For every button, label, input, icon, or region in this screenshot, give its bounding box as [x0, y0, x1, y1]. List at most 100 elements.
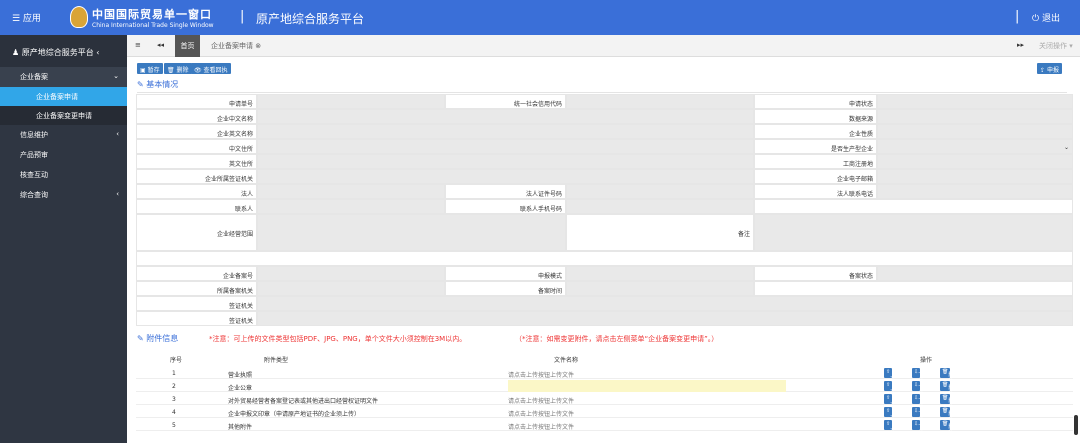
spacer-row — [136, 251, 1073, 266]
record-agency-label: 所属备案机关 — [136, 281, 257, 296]
visa-list-field[interactable] — [257, 296, 1073, 311]
credit-code-field[interactable] — [566, 94, 754, 109]
record-time-label: 备案时间 — [445, 281, 566, 296]
agency-field[interactable] — [257, 169, 754, 184]
submit-button[interactable]: ⇪ 申报 — [1037, 63, 1062, 74]
visa-agency-label: 签证机关 — [136, 311, 257, 326]
apply-no-field[interactable] — [257, 94, 445, 109]
logout-button[interactable]: ⏻ 退出 — [1032, 11, 1060, 24]
is-producer-select[interactable]: ⌄ — [877, 139, 1073, 154]
row-file — [508, 380, 786, 392]
reg-place-field[interactable] — [877, 154, 1073, 169]
sidebar-item-verify[interactable]: 核查互动 — [0, 165, 127, 185]
upload-button[interactable]: ⇪ 上传 — [884, 407, 895, 424]
sidebar-header[interactable]: ♟ 原产地综合服务平台 ‹ — [0, 35, 127, 67]
row-no: 1 — [172, 370, 176, 377]
delete-file-button[interactable]: 🗑 删除 — [940, 368, 953, 385]
legal-id-field[interactable] — [566, 184, 754, 199]
name-en-field[interactable] — [257, 124, 754, 139]
upload-button[interactable]: ⇪ 上传 — [884, 420, 895, 437]
delete-file-button[interactable]: 🗑 删除 — [940, 394, 953, 411]
visa-agency-field[interactable] — [257, 311, 1073, 326]
scope-field[interactable] — [257, 214, 566, 251]
save-button[interactable]: ▣ 暂存 — [137, 63, 163, 74]
apply-mode-label: 申报模式 — [445, 266, 566, 281]
record-status-field[interactable] — [877, 266, 1073, 281]
apply-no-label: 申请单号 — [136, 94, 257, 109]
attachment-change-note: （*注意：如需变更附件，请点击左侧菜单“企业备案变更申请”。） — [515, 335, 719, 343]
legal-person-field[interactable] — [257, 184, 445, 199]
addr-en-label: 英文住所 — [136, 154, 257, 169]
addr-cn-field[interactable] — [257, 139, 754, 154]
contact-field[interactable] — [257, 199, 445, 214]
download-button[interactable]: ⇩ 下载 — [912, 407, 923, 424]
legal-phone-field[interactable] — [877, 184, 1073, 199]
row-no: 5 — [172, 422, 176, 429]
row-file: 请点击上传按钮上传文件 — [508, 411, 575, 418]
app-menu-button[interactable]: ☰ 应用 — [12, 11, 41, 24]
view-receipt-button[interactable]: 👁 查看回执 — [191, 63, 231, 74]
download-button[interactable]: ⇩ 下载 — [912, 420, 923, 437]
delete-file-button[interactable]: 🗑 删除 — [940, 381, 953, 398]
tab-back-icon[interactable]: ◂◂ — [157, 41, 164, 49]
record-status-label: 备案状态 — [754, 266, 877, 281]
sidebar-item-info-maintain[interactable]: 信息维护 ‹ — [0, 125, 127, 145]
enterprise-nature-field[interactable] — [877, 124, 1073, 139]
addr-en-field[interactable] — [257, 154, 754, 169]
upload-button[interactable]: ⇪ 上传 — [884, 394, 895, 411]
row-type: 企业申报文印章（申请原产地证书的企业须上传） — [228, 411, 361, 418]
apply-status-field[interactable] — [877, 94, 1073, 109]
name-cn-field[interactable] — [257, 109, 754, 124]
chevron-down-icon: ⌄ — [113, 72, 119, 80]
chevron-down-icon: ⌄ — [1063, 144, 1069, 151]
record-no-field[interactable] — [257, 266, 445, 281]
delete-file-button[interactable]: 🗑 删除 — [940, 407, 953, 424]
sidebar-item-pre-review[interactable]: 产品预审 — [0, 145, 127, 165]
record-agency-field[interactable] — [257, 281, 445, 296]
download-button[interactable]: ⇩ 下载 — [912, 394, 923, 411]
table-row: 5 其他附件 请点击上传按钮上传文件 ⇪ 上传 ⇩ 下载 🗑 删除 — [136, 419, 1073, 437]
sidebar-item-record-change[interactable]: 企业备案变更申请 — [0, 106, 127, 125]
legal-id-label: 法人证件号码 — [445, 184, 566, 199]
col-header-ops: 操作 — [866, 351, 986, 365]
close-ops-dropdown[interactable]: 关闭操作 ▾ — [1039, 41, 1073, 51]
delete-file-button[interactable]: 🗑 删除 — [940, 420, 953, 437]
legal-phone-label: 法人联系电话 — [754, 184, 877, 199]
row-file: 请点击上传按钮上传文件 — [508, 398, 575, 405]
sidebar-item-enterprise-record[interactable]: 企业备案 ⌄ — [0, 67, 127, 87]
upload-button[interactable]: ⇪ 上传 — [884, 381, 895, 398]
tab-forward-icon[interactable]: ▸▸ — [1017, 41, 1024, 49]
table-row: 4 企业申报文印章（申请原产地证书的企业须上传） 请点击上传按钮上传文件 ⇪ 上传 ⇩ … — [136, 406, 1073, 424]
row-no: 3 — [172, 396, 176, 403]
row-type: 营业执照 — [228, 372, 253, 379]
record-time-field[interactable] — [566, 281, 754, 296]
sidebar-item-record-apply[interactable]: 企业备案申请 — [0, 87, 127, 106]
tab-home[interactable]: 首页 — [175, 35, 200, 57]
remark-field[interactable] — [754, 214, 1073, 251]
row-type: 对外贸易经营者备案登记表或其他进出口经营权证明文件 — [228, 398, 379, 405]
download-button[interactable]: ⇩ 下载 — [912, 381, 923, 398]
visa-list-label: 签证机关 — [136, 296, 257, 311]
email-field[interactable] — [877, 169, 1073, 184]
upload-button[interactable]: ⇪ 上传 — [884, 368, 895, 385]
agency-label: 企业所属签证机关 — [136, 169, 257, 184]
delete-button[interactable]: 🗑 删除 — [164, 63, 192, 74]
empty-cell — [754, 199, 1073, 214]
is-producer-label: 是否生产型企业 — [754, 139, 877, 154]
data-source-field[interactable] — [877, 109, 1073, 124]
apply-mode-field[interactable] — [566, 266, 754, 281]
sidebar-item-query[interactable]: 综合查询 ‹ — [0, 185, 127, 205]
tab-record-apply[interactable]: 企业备案申请 ⊗ — [211, 41, 261, 51]
addr-cn-label: 中文住所 — [136, 139, 257, 154]
section-basic-info: ✎ 基本情况 — [137, 79, 1067, 93]
contact-phone-field[interactable] — [566, 199, 754, 214]
data-source-label: 数据来源 — [754, 109, 877, 124]
row-type: 企业公章 — [228, 385, 253, 392]
attachment-note: *注意：可上传的文件类型包括PDF、JPG、PNG，单个文件大小须控制在3M以内… — [209, 335, 467, 343]
empty-cell — [754, 281, 1073, 296]
reg-place-label: 工商注册地 — [754, 154, 877, 169]
menu-icon[interactable]: ≡ — [135, 41, 141, 49]
apply-status-label: 申请状态 — [754, 94, 877, 109]
scrollbar[interactable] — [1074, 415, 1078, 435]
download-button[interactable]: ⇩ 下载 — [912, 368, 923, 385]
